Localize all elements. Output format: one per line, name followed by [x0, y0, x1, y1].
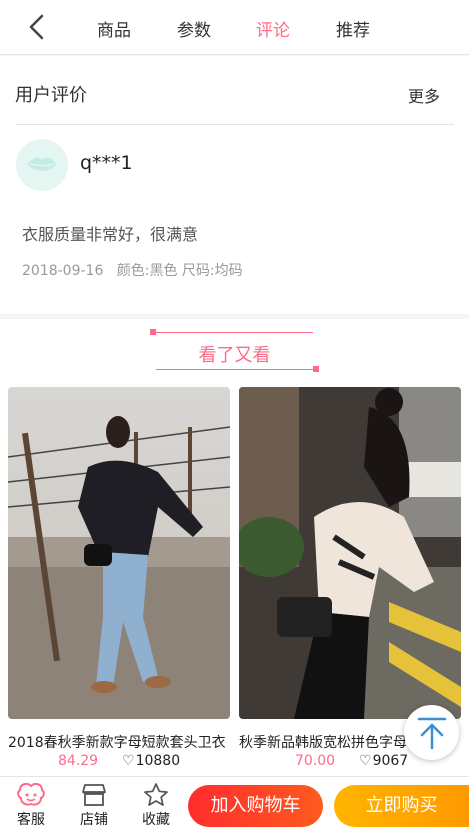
product-grid: 2018春秋季新款字母短款套头卫衣 84.29 ♡10880 秋季新品韩版宽松拼…	[0, 384, 469, 776]
service-icon	[17, 783, 45, 806]
decor-line-bottom	[156, 366, 319, 372]
bottom-action-bar: 客服 店铺 收藏 加入购物车 立即购买	[0, 776, 469, 835]
buy-now-button[interactable]: 立即购买	[334, 785, 469, 827]
product-price: 84.29	[58, 753, 99, 769]
favorite-label: 收藏	[142, 812, 170, 828]
product-likes: ♡10880	[122, 753, 180, 769]
section-title: 看了又看	[198, 345, 271, 366]
divider	[15, 124, 454, 125]
heart-icon: ♡	[122, 753, 135, 769]
product-likes: ♡9067	[359, 753, 408, 769]
likes-count: 9067	[372, 753, 409, 769]
product-name[interactable]: 2018春秋季新款字母短款套头卫衣	[8, 732, 230, 752]
arrow-up-icon	[417, 717, 447, 750]
product-price: 70.00	[295, 753, 336, 769]
decor-line-top	[150, 329, 313, 335]
review-section-title: 用户评价	[15, 85, 87, 106]
review-card: 用户评价 更多 q***1 衣服质量非常好，很满意 2018-09-16 颜色:…	[0, 56, 469, 314]
more-reviews-link[interactable]: 更多	[408, 83, 440, 107]
tab-product[interactable]: 商品	[97, 16, 131, 41]
back-arrow-icon[interactable]	[26, 14, 50, 40]
avatar	[16, 139, 68, 191]
favorite-button[interactable]: 收藏	[136, 783, 176, 829]
top-nav: 商品 参数 评论 推荐	[0, 0, 469, 55]
review-date: 2018-09-16	[22, 263, 104, 279]
star-icon	[144, 783, 168, 806]
review-text: 衣服质量非常好，很满意	[22, 225, 199, 244]
service-label: 客服	[17, 812, 45, 828]
section-header: 看了又看	[0, 319, 469, 384]
tab-reviews[interactable]: 评论	[256, 16, 290, 41]
review-username: q***1	[80, 152, 133, 174]
tab-params[interactable]: 参数	[177, 16, 211, 41]
review-spec: 颜色:黑色 尺码:均码	[116, 263, 243, 279]
back-to-top-button[interactable]	[404, 705, 459, 760]
shop-button[interactable]: 店铺	[74, 783, 114, 829]
tab-recommend[interactable]: 推荐	[336, 16, 370, 41]
heart-icon: ♡	[359, 753, 372, 769]
product-card[interactable]: 2018春秋季新款字母短款套头卫衣 84.29 ♡10880	[8, 387, 230, 769]
likes-count: 10880	[135, 753, 181, 769]
lips-icon	[28, 157, 56, 171]
product-image[interactable]	[8, 387, 230, 719]
add-to-cart-button[interactable]: 加入购物车	[188, 785, 323, 827]
review-meta: 2018-09-16 颜色:黑色 尺码:均码	[22, 260, 243, 280]
product-image[interactable]	[239, 387, 461, 719]
customer-service-button[interactable]: 客服	[11, 783, 51, 829]
shop-icon	[82, 784, 106, 806]
product-card[interactable]: 秋季新品韩版宽松拼色字母毛衣 70.00 ♡9067	[239, 387, 461, 769]
shop-label: 店铺	[80, 812, 108, 828]
